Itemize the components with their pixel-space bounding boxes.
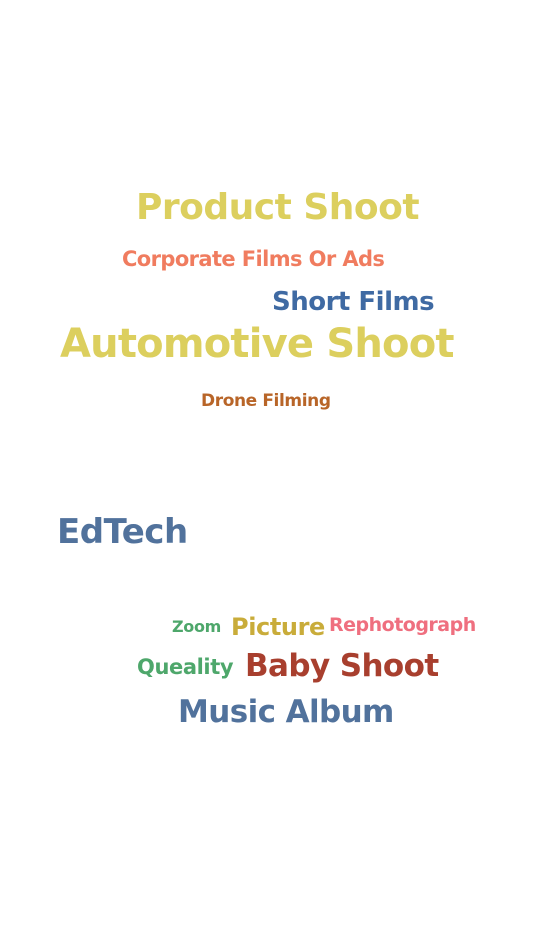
word-zoom: Zoom <box>172 617 222 636</box>
word-music-album: Music Album <box>178 694 394 730</box>
word-cloud: Product Shoot Corporate Films Or Ads Sho… <box>0 0 540 926</box>
word-product-shoot: Product Shoot <box>136 187 420 228</box>
word-corporate-films: Corporate Films Or Ads <box>122 247 385 271</box>
word-rephotograph: Rephotograph <box>329 614 476 636</box>
word-edtech: EdTech <box>57 512 188 552</box>
word-picture: Picture <box>231 613 325 641</box>
word-baby-shoot: Baby Shoot <box>245 648 439 684</box>
word-short-films: Short Films <box>272 287 435 317</box>
word-drone-filming: Drone Filming <box>201 391 331 411</box>
word-queality: Queality <box>137 655 234 679</box>
word-automotive-shoot: Automotive Shoot <box>60 321 455 367</box>
